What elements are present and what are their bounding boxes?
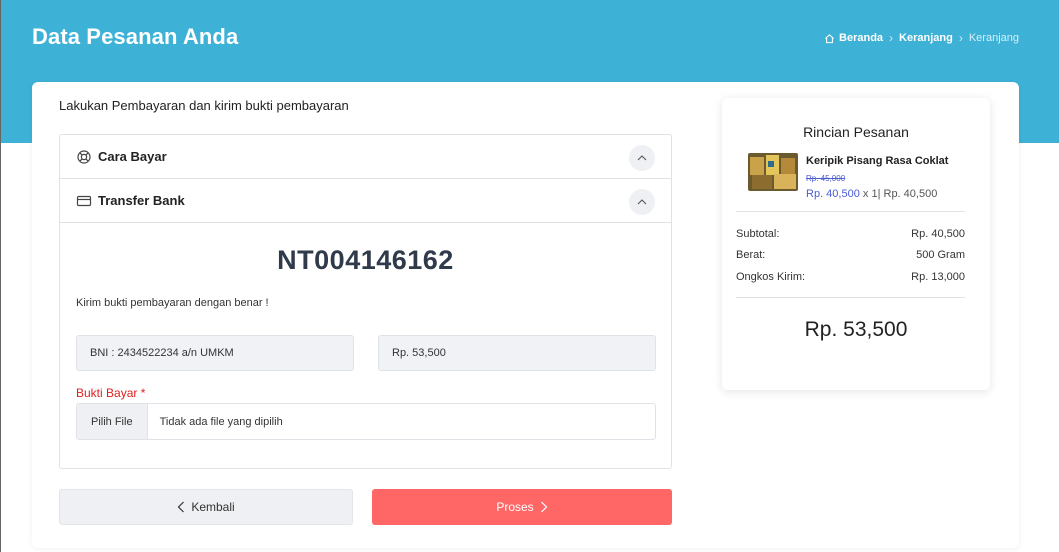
weight-value: 500 Gram (916, 249, 965, 261)
summary-divider (736, 297, 965, 298)
credit-card-icon (76, 193, 92, 209)
proof-file-input[interactable]: Pilih File Tidak ada file yang dipilih (76, 403, 656, 440)
amount-field: Rp. 53,500 (378, 335, 656, 371)
chevron-right-icon (540, 501, 548, 513)
home-icon (825, 33, 835, 43)
accordion-how-to-pay-label: Cara Bayar (98, 149, 167, 164)
summary-divider (736, 211, 965, 212)
chevron-right-icon: › (889, 31, 894, 45)
weight-row: Berat: 500 Gram (736, 249, 965, 261)
back-button[interactable]: Kembali (59, 489, 353, 525)
breadcrumb-home[interactable]: Beranda (824, 32, 883, 44)
chevron-up-icon (637, 155, 647, 161)
bank-account-field: BNI : 2434522234 a/n UMKM (76, 335, 354, 371)
required-mark: * (140, 386, 146, 400)
file-status: Tidak ada file yang dipilih (159, 415, 283, 428)
chevron-left-icon (177, 501, 185, 513)
subtotal-row: Subtotal: Rp. 40,500 (736, 228, 965, 240)
proof-label-text: Bukti Bayar (76, 386, 138, 400)
back-button-label: Kembali (191, 500, 235, 514)
lifebuoy-icon (76, 149, 92, 165)
shipping-row: Ongkos Kirim: Rp. 13,000 (736, 271, 965, 283)
product-price: Rp. 40,500 (806, 188, 860, 200)
summary-title: Rincian Pesanan (803, 124, 909, 140)
shipping-value: Rp. 13,000 (911, 271, 965, 283)
accordion-bank-transfer-label: Transfer Bank (98, 193, 185, 208)
chevron-right-icon: › (958, 31, 963, 45)
proof-label: Bukti Bayar * (76, 386, 145, 400)
accordion-bank-transfer[interactable]: Transfer Bank (60, 179, 671, 223)
payment-note: Kirim bukti pembayaran dengan benar ! (76, 297, 269, 309)
weight-label: Berat: (736, 249, 766, 261)
collapse-button[interactable] (629, 145, 655, 171)
breadcrumb-cart[interactable]: Keranjang (899, 32, 953, 44)
chevron-up-icon (637, 199, 647, 205)
order-code: NT004146162 (277, 245, 454, 275)
payment-instructions: Lakukan Pembayaran dan kirim bukti pemba… (59, 98, 349, 113)
product-thumbnail (748, 153, 798, 191)
breadcrumb: Beranda › Keranjang › Keranjang (824, 31, 1019, 45)
subtotal-label: Subtotal: (736, 228, 780, 240)
payment-accordion: Cara Bayar Transfer Bank NT004146162 Kir… (59, 134, 672, 469)
order-summary: Rincian Pesanan Keripik Pisang Rasa Cokl… (722, 98, 990, 390)
accordion-how-to-pay[interactable]: Cara Bayar (60, 135, 671, 179)
process-button[interactable]: Proses (372, 489, 672, 525)
product-line-total: Rp. 40,500 (883, 188, 938, 200)
product-old-price: Rp. 45,000 (806, 174, 846, 183)
window-edge (0, 0, 1, 552)
breadcrumb-current: Keranjang (968, 32, 1019, 44)
product-name: Keripik Pisang Rasa Coklat (806, 155, 949, 167)
breadcrumb-home-label: Beranda (839, 32, 884, 44)
shipping-label: Ongkos Kirim: (736, 271, 806, 283)
collapse-button[interactable] (629, 189, 655, 215)
process-button-label: Proses (496, 500, 534, 514)
choose-file-button[interactable]: Pilih File (77, 404, 148, 439)
product-qty: x 1 (862, 188, 878, 200)
page-title: Data Pesanan Anda (32, 24, 239, 49)
product-price-line: Rp. 40,500 x 1| Rp. 40,500 (806, 188, 938, 200)
subtotal-value: Rp. 40,500 (911, 228, 965, 240)
order-total: Rp. 53,500 (804, 318, 908, 341)
